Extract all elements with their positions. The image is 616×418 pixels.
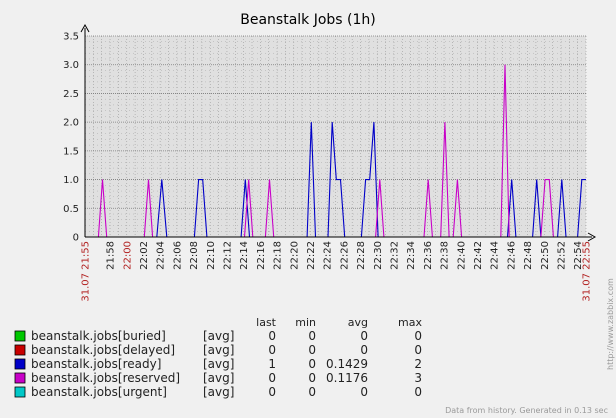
y-tick-label: 1.5 bbox=[63, 146, 79, 157]
x-tick-label: 22:16 bbox=[256, 241, 267, 270]
legend-value-max: 3 bbox=[414, 371, 422, 385]
legend-value-max: 0 bbox=[414, 385, 422, 399]
x-tick-label: 22:30 bbox=[373, 241, 384, 270]
x-tick-label: 31.07 22:55 bbox=[582, 241, 593, 302]
x-tick-label: 22:00 bbox=[122, 241, 133, 270]
x-tick-label: 22:04 bbox=[156, 241, 167, 270]
x-tick-label: 22:18 bbox=[273, 241, 284, 270]
legend-value-min: 0 bbox=[308, 385, 316, 399]
x-tick-label: 22:52 bbox=[557, 241, 568, 270]
legend-series-name: beanstalk.jobs[buried] bbox=[31, 329, 166, 343]
legend-value-min: 0 bbox=[308, 329, 316, 343]
x-tick-label: 22:32 bbox=[389, 241, 400, 270]
x-tick-label: 22:42 bbox=[473, 241, 484, 270]
x-tick-label: 22:06 bbox=[172, 241, 183, 270]
x-tick-label: 22:36 bbox=[423, 241, 434, 270]
x-tick-label: 22:50 bbox=[540, 241, 551, 270]
legend-func: [avg] bbox=[203, 385, 234, 399]
legend-swatch bbox=[14, 344, 26, 356]
chart: Beanstalk Jobs (1h) 0 0.5 1.0 1.5 2.0 2.5 3.0 3… bbox=[14, 12, 615, 415]
x-tick-label: 22:34 bbox=[406, 241, 417, 270]
x-tick-label: 22:08 bbox=[189, 241, 200, 270]
y-tick-label: 3.5 bbox=[63, 32, 79, 43]
legend-series-name: beanstalk.jobs[ready] bbox=[31, 357, 161, 371]
legend-func: [avg] bbox=[203, 329, 234, 343]
x-tick-label: 22:28 bbox=[356, 241, 367, 270]
legend-series-name: beanstalk.jobs[urgent] bbox=[31, 385, 167, 399]
legend-value-max: 0 bbox=[414, 329, 422, 343]
legend-series-name: beanstalk.jobs[reserved] bbox=[31, 371, 180, 385]
legend-swatch bbox=[14, 372, 26, 384]
x-tick-label: 22:22 bbox=[306, 241, 317, 270]
legend-value-last: 1 bbox=[268, 357, 276, 371]
x-tick-label: 22:38 bbox=[440, 241, 451, 270]
x-tick-label: 22:24 bbox=[323, 241, 334, 270]
x-tick-label: 22:40 bbox=[456, 241, 467, 270]
x-tick-label: 22:12 bbox=[222, 241, 233, 270]
y-tick-label: 1.0 bbox=[63, 175, 79, 186]
y-tick-label: 3.0 bbox=[63, 60, 79, 71]
legend-value-avg: 0.1176 bbox=[326, 371, 368, 385]
legend-header-min: min bbox=[295, 316, 316, 329]
legend-series-name: beanstalk.jobs[delayed] bbox=[31, 343, 175, 357]
legend-header-last: last bbox=[256, 316, 277, 329]
legend-value-avg: 0 bbox=[360, 385, 368, 399]
legend-swatch bbox=[14, 358, 26, 370]
x-tick-label: 22:44 bbox=[490, 241, 501, 270]
legend-value-min: 0 bbox=[308, 371, 316, 385]
legend-value-last: 0 bbox=[268, 385, 276, 399]
legend-value-avg: 0 bbox=[360, 343, 368, 357]
legend-value-last: 0 bbox=[268, 371, 276, 385]
y-tick-label: 0 bbox=[73, 233, 79, 244]
legend-swatch bbox=[14, 330, 26, 342]
legend-header-avg: avg bbox=[348, 316, 368, 329]
x-tick-label: 21:58 bbox=[106, 241, 117, 270]
legend-value-min: 0 bbox=[308, 357, 316, 371]
legend-value-avg: 0 bbox=[360, 329, 368, 343]
legend-func: [avg] bbox=[203, 371, 234, 385]
legend-value-max: 2 bbox=[414, 357, 422, 371]
legend-value-last: 0 bbox=[268, 329, 276, 343]
chart-title: Beanstalk Jobs (1h) bbox=[240, 12, 376, 28]
x-tick-label: 22:14 bbox=[239, 241, 250, 270]
x-tick-label: 22:48 bbox=[523, 241, 534, 270]
x-tick-label: 22:10 bbox=[206, 241, 217, 270]
footer-text: Data from history. Generated in 0.13 sec bbox=[445, 406, 608, 415]
y-tick-label: 0.5 bbox=[63, 204, 79, 215]
legend-value-avg: 0.1429 bbox=[326, 357, 368, 371]
legend-swatch bbox=[14, 386, 26, 398]
y-tick-label: 2.5 bbox=[63, 89, 79, 100]
x-tick-label: 22:20 bbox=[289, 241, 300, 270]
y-tick-label: 2.0 bbox=[63, 118, 79, 129]
x-tick-label: 22:02 bbox=[139, 241, 150, 270]
legend-value-min: 0 bbox=[308, 343, 316, 357]
legend-value-last: 0 bbox=[268, 343, 276, 357]
side-watermark: http://www.zabbix.com bbox=[606, 278, 615, 370]
legend-func: [avg] bbox=[203, 343, 234, 357]
x-tick-label: 22:26 bbox=[339, 241, 350, 270]
x-tick-label: 22:46 bbox=[506, 241, 517, 270]
x-tick-label: 31.07 21:55 bbox=[81, 241, 92, 302]
legend-func: [avg] bbox=[203, 357, 234, 371]
legend-header-max: max bbox=[398, 316, 422, 329]
legend-value-max: 0 bbox=[414, 343, 422, 357]
